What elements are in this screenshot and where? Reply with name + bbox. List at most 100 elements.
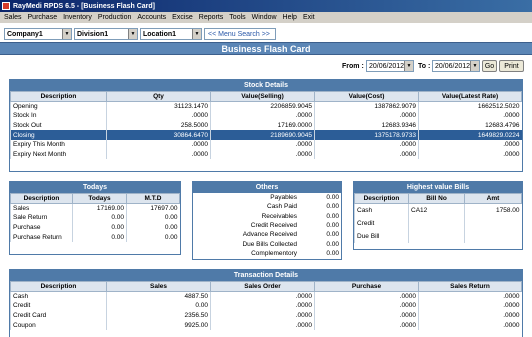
menu-help[interactable]: Help (283, 14, 297, 21)
cell-value-cost: .0000 (314, 111, 419, 121)
chevron-down-icon[interactable]: ▼ (192, 29, 201, 39)
cell-value-latest: .0000 (418, 111, 522, 121)
list-item[interactable]: Credit Received 0.00 (193, 221, 341, 230)
item-label: Advance Received (242, 231, 297, 239)
go-button[interactable]: Go (482, 60, 497, 72)
to-date-value: 20/06/2012 (435, 62, 471, 70)
transaction-details-table: Description Sales Sales Order Purchase S… (10, 281, 522, 330)
column-header: Sales Return (418, 281, 522, 292)
column-header: Sales (106, 281, 211, 292)
table-row[interactable]: Credit 0.00 .0000 .0000 .0000 (10, 301, 522, 311)
highest-bills-table: Description Bill No Amt Cash CA12 1758.0… (354, 193, 522, 243)
cell-value-cost: 12683.9346 (314, 120, 419, 131)
table-row[interactable]: Credit (354, 216, 522, 230)
cell-todays: 17169.00 (72, 203, 127, 214)
cell-value-cost: .0000 (314, 149, 419, 160)
table-row[interactable]: Purchase 0.00 0.00 (10, 222, 180, 233)
stock-details-title: Stock Details (10, 80, 522, 91)
menu-bar: Sales Purchase Inventory Production Acco… (0, 12, 532, 24)
todays-table: Description Todays M.T.D Sales 17169.00 … (10, 193, 180, 242)
row-label: Credit (354, 216, 409, 230)
table-row[interactable]: Opening 31123.1470 2206859.9045 1387862.… (10, 101, 522, 112)
table-row[interactable]: Expiry This Month .0000 .0000 .0000 .000… (10, 139, 522, 150)
to-date-picker[interactable]: 20/06/2012 ▼ (432, 60, 480, 72)
stock-details-panel: Stock Details Description Qty Value(Sell… (9, 79, 523, 172)
row-label: Coupon (10, 320, 107, 330)
cell-sales: 9925.00 (106, 320, 211, 330)
stock-details-table: Description Qty Value(Selling) Value(Cos… (10, 91, 522, 160)
item-label: Complementory (251, 249, 297, 257)
cell-mtd: 0.00 (126, 222, 180, 233)
list-item[interactable]: Complementory 0.00 (193, 249, 341, 258)
cell-sales-return: .0000 (418, 320, 522, 330)
row-label: Sale Return (10, 213, 73, 223)
cell-value-selling: 2189690.9045 (210, 130, 315, 140)
cell-bill-no (408, 229, 465, 243)
menu-inventory[interactable]: Inventory (63, 14, 92, 21)
row-label: Cash (354, 203, 409, 217)
print-button[interactable]: Print (499, 60, 524, 72)
list-item[interactable]: Payables 0.00 (193, 193, 341, 202)
table-row[interactable]: Sales 17169.00 17697.00 (10, 203, 180, 214)
column-header: Description (10, 281, 107, 292)
item-label: Payables (270, 194, 297, 202)
list-item[interactable]: Cash Paid 0.00 (193, 202, 341, 211)
row-label: Stock In (10, 111, 107, 121)
menu-exit[interactable]: Exit (303, 14, 315, 21)
table-row[interactable]: Credit Card 2356.50 .0000 .0000 .0000 (10, 310, 522, 321)
chevron-down-icon[interactable]: ▼ (62, 29, 71, 39)
column-header: M.T.D (126, 193, 180, 204)
division-select[interactable]: Division1 ▼ (74, 28, 138, 40)
menu-production[interactable]: Production (98, 14, 131, 21)
menu-accounts[interactable]: Accounts (137, 14, 166, 21)
column-header: Amt (464, 193, 522, 204)
cell-purchase: .0000 (314, 310, 419, 321)
menu-window[interactable]: Window (252, 14, 277, 21)
chevron-down-icon[interactable]: ▼ (128, 29, 137, 39)
menu-search-input[interactable]: << Menu Search >> (204, 28, 276, 40)
list-item[interactable]: Advance Received 0.00 (193, 230, 341, 239)
table-row[interactable]: Stock In .0000 .0000 .0000 .0000 (10, 111, 522, 121)
chevron-down-icon[interactable]: ▼ (404, 61, 413, 71)
chevron-down-icon[interactable]: ▼ (470, 61, 479, 71)
from-date-value: 20/06/2012 (369, 62, 405, 70)
location-select[interactable]: Location1 ▼ (140, 28, 202, 40)
table-row[interactable]: Coupon 9925.00 .0000 .0000 .0000 (10, 320, 522, 330)
cell-amount (464, 229, 522, 243)
list-item[interactable]: Receivables 0.00 (193, 212, 341, 221)
menu-tools[interactable]: Tools (229, 14, 245, 21)
cell-todays: 0.00 (72, 222, 127, 233)
table-row[interactable]: Stock Out 258.5000 17169.0000 12683.9346… (10, 120, 522, 131)
row-label: Stock Out (10, 120, 107, 131)
row-label: Opening (10, 101, 107, 112)
table-row-selected[interactable]: Closing 30864.6470 2189690.9045 1375178.… (10, 130, 522, 140)
column-header: Bill No (408, 193, 465, 204)
table-row[interactable]: Due Bill (354, 229, 522, 243)
menu-purchase[interactable]: Purchase (28, 14, 58, 21)
company-value: Company1 (7, 30, 43, 38)
cell-value-latest: 12683.4796 (418, 120, 522, 131)
cell-sales-order: .0000 (210, 320, 315, 330)
company-select[interactable]: Company1 ▼ (4, 28, 72, 40)
table-row[interactable]: Cash CA12 1758.00 (354, 203, 522, 217)
division-value: Division1 (77, 30, 109, 38)
list-item[interactable]: Due Bills Collected 0.00 (193, 239, 341, 248)
table-row[interactable]: Purchase Return 0.00 0.00 (10, 232, 180, 242)
menu-excise[interactable]: Excise (172, 14, 193, 21)
from-date-picker[interactable]: 20/06/2012 ▼ (366, 60, 414, 72)
cell-sales: 4887.50 (106, 291, 211, 302)
table-row[interactable]: Sale Return 0.00 0.00 (10, 213, 180, 223)
item-label: Cash Paid (267, 203, 297, 211)
cell-value-cost: .0000 (314, 139, 419, 150)
column-header: Value(Selling) (210, 91, 315, 102)
cell-bill-no: CA12 (408, 203, 465, 217)
table-row[interactable]: Cash 4887.50 .0000 .0000 .0000 (10, 291, 522, 302)
cell-value-selling: .0000 (210, 111, 315, 121)
row-label: Purchase (10, 222, 73, 233)
window-title: RayMedi RPDS 6.5 - [Business Flash Card] (13, 2, 155, 10)
cell-qty: .0000 (106, 139, 211, 150)
cell-value-selling: .0000 (210, 149, 315, 160)
table-row[interactable]: Expiry Next Month .0000 .0000 .0000 .000… (10, 149, 522, 160)
menu-sales[interactable]: Sales (4, 14, 22, 21)
menu-reports[interactable]: Reports (199, 14, 224, 21)
